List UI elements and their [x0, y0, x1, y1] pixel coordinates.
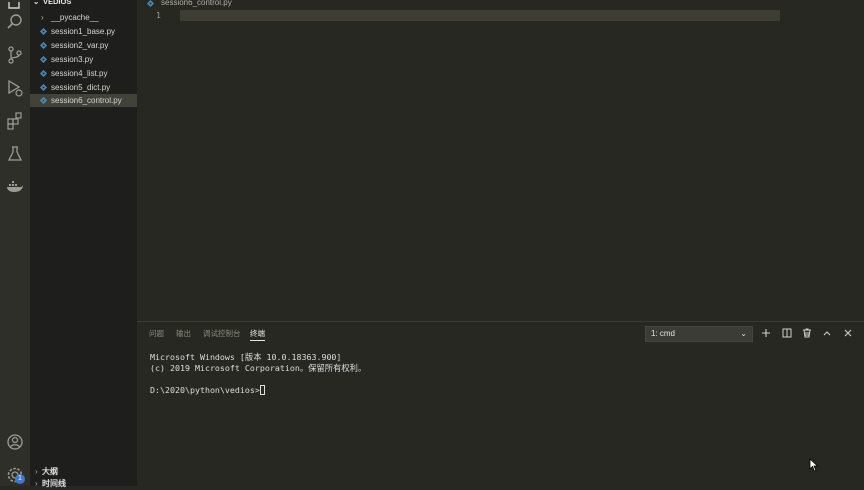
timeline-section[interactable]: › 时间线	[30, 478, 137, 490]
chevron-right-icon: ›	[41, 13, 44, 22]
file-item[interactable]: session5_dict.py	[30, 81, 137, 94]
chevron-down-icon: ⌄	[740, 329, 747, 338]
settings-badge: 1	[15, 474, 25, 484]
close-icon[interactable]	[842, 327, 854, 339]
trash-icon[interactable]	[801, 327, 813, 339]
tab-output[interactable]: 输出	[176, 329, 191, 339]
python-file-icon	[40, 56, 47, 63]
file-item[interactable]: session1_base.py	[30, 25, 137, 38]
python-file-icon	[147, 0, 154, 7]
source-control-icon[interactable]	[5, 45, 25, 65]
mouse-pointer-icon	[809, 458, 819, 472]
explorer-sidebar: ⌄ VEDIOS › __pycache__ session1_base.py …	[30, 0, 137, 488]
chevron-right-icon: ›	[35, 467, 38, 476]
explorer-icon[interactable]	[5, 0, 25, 9]
editor-tab-bar: session6_control.py	[137, 0, 864, 9]
split-terminal-icon[interactable]	[781, 327, 793, 339]
code-editor[interactable]: 1	[137, 9, 864, 321]
chevron-right-icon: ›	[35, 479, 38, 488]
terminal-select[interactable]: 1: cmd ⌄	[645, 326, 753, 342]
new-terminal-icon[interactable]	[760, 327, 772, 339]
search-icon[interactable]	[5, 12, 25, 32]
tab-terminal[interactable]: 终端	[250, 329, 265, 341]
maximize-panel-icon[interactable]	[821, 327, 833, 339]
bottom-panel: 问题 输出 调试控制台 终端 1: cmd ⌄ Microsoft Window…	[137, 321, 864, 487]
line-number: 1	[156, 11, 161, 20]
terminal-line: Microsoft Windows [版本 10.0.18363.900]	[150, 352, 342, 362]
python-file-icon	[40, 84, 47, 91]
python-file-icon	[40, 97, 47, 104]
tab-problems[interactable]: 问题	[149, 329, 164, 339]
folder-pycache[interactable]: › __pycache__	[30, 11, 137, 24]
python-file-icon	[40, 42, 47, 49]
terminal-prompt-line[interactable]: D:\2020\python\vedios>	[150, 385, 265, 396]
terminal-cursor	[259, 385, 265, 395]
run-debug-icon[interactable]	[5, 78, 25, 98]
extensions-icon[interactable]	[5, 111, 25, 131]
file-item[interactable]: session2_var.py	[30, 39, 137, 52]
testing-icon[interactable]	[5, 144, 25, 164]
terminal-prompt: D:\2020\python\vedios>	[150, 385, 260, 395]
tab-debug-console[interactable]: 调试控制台	[203, 329, 241, 339]
file-item-active[interactable]: session6_control.py	[30, 94, 137, 107]
docker-icon[interactable]	[5, 177, 25, 197]
file-item[interactable]: session4_list.py	[30, 67, 137, 80]
explorer-folder-header[interactable]: ⌄ VEDIOS	[30, 0, 137, 8]
account-icon[interactable]	[5, 432, 25, 452]
python-file-icon	[40, 70, 47, 77]
chevron-down-icon: ⌄	[33, 0, 40, 6]
current-line-highlight	[180, 10, 780, 21]
terminal-line: (c) 2019 Microsoft Corporation。保留所有权利。	[150, 363, 367, 373]
file-item[interactable]: session3.py	[30, 53, 137, 66]
outline-section[interactable]: › 大纲	[30, 466, 137, 478]
activity-bar: 1	[0, 0, 30, 486]
python-file-icon	[40, 28, 47, 35]
